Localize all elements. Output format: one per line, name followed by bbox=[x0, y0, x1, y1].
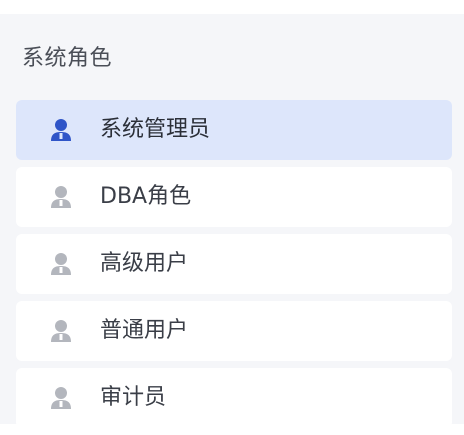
role-label: 高级用户 bbox=[100, 251, 189, 276]
user-icon bbox=[50, 118, 72, 142]
user-icon bbox=[50, 386, 72, 410]
role-label: 审计员 bbox=[100, 385, 167, 410]
user-icon bbox=[50, 185, 72, 209]
role-item-normal-user[interactable]: 普通用户 bbox=[16, 301, 452, 361]
role-item-auditor[interactable]: 审计员 bbox=[16, 368, 452, 428]
role-item-dba[interactable]: DBA角色 bbox=[16, 167, 452, 227]
role-label: 普通用户 bbox=[100, 318, 189, 343]
system-roles-panel: 系统角色 系统管理员 DBA角色 高级用户 普通用户 审计员 bbox=[0, 14, 464, 428]
user-icon bbox=[50, 252, 72, 276]
role-label: 系统管理员 bbox=[100, 117, 211, 142]
role-item-advanced-user[interactable]: 高级用户 bbox=[16, 234, 452, 294]
panel-title: 系统角色 bbox=[22, 46, 113, 71]
user-icon bbox=[50, 319, 72, 343]
role-label: DBA角色 bbox=[100, 184, 192, 209]
role-list: 系统管理员 DBA角色 高级用户 普通用户 审计员 bbox=[16, 100, 452, 435]
role-item-system-admin[interactable]: 系统管理员 bbox=[16, 100, 452, 160]
